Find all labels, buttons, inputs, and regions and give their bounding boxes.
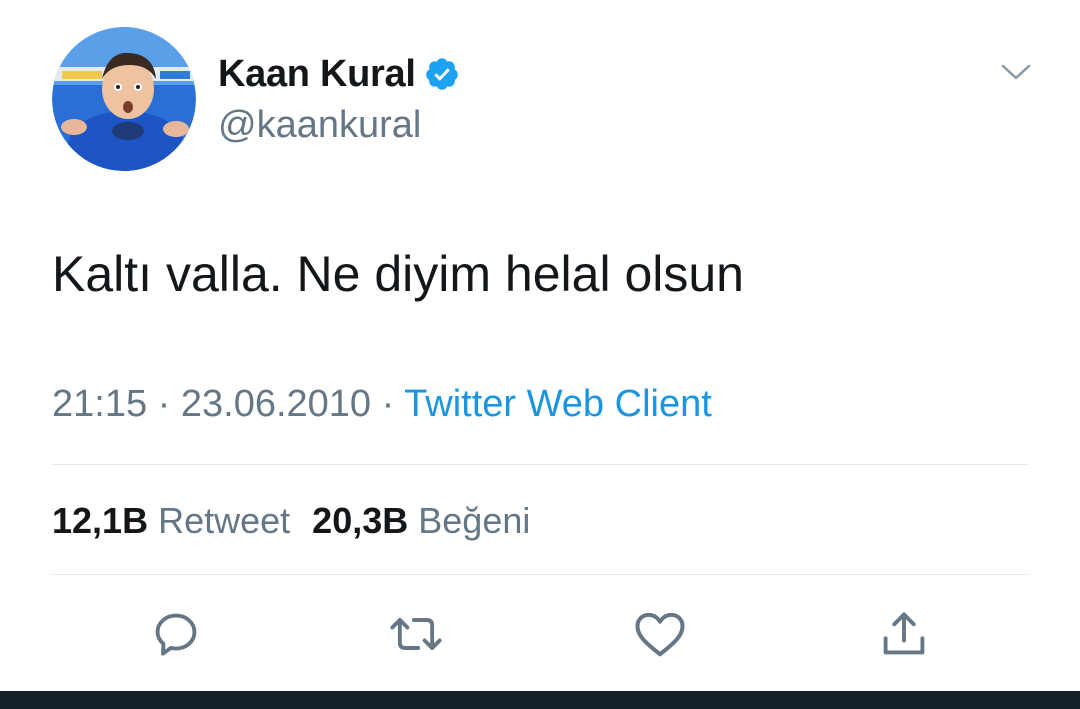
tweet-source-link[interactable]: Twitter Web Client: [404, 383, 712, 425]
retweets-label: Retweet: [158, 500, 291, 541]
share-icon: [883, 612, 925, 655]
verified-badge-icon: [424, 56, 460, 92]
divider: [52, 574, 1028, 575]
heart-icon: [635, 612, 685, 657]
author-name-row[interactable]: Kaan Kural: [218, 50, 460, 98]
share-button[interactable]: [876, 606, 932, 662]
likes-label: Beğeni: [418, 500, 531, 541]
like-button[interactable]: [632, 606, 688, 662]
retweet-icon: [390, 618, 442, 650]
retweet-button[interactable]: [388, 606, 444, 662]
tweet-detail-page: Kaan Kural @kaankural Kaltı valla. Ne di…: [0, 0, 1080, 709]
meta-separator: ·: [381, 383, 395, 425]
tweet-date[interactable]: 23.06.2010: [181, 383, 371, 425]
retweets-count: 12,1B: [52, 500, 149, 541]
divider: [52, 464, 1028, 465]
bottom-bar: [0, 691, 1080, 709]
tweet-meta: 21:15 · 23.06.2010 · Twitter Web Client: [52, 380, 712, 428]
retweets-stat[interactable]: 12,1B Retweet: [52, 500, 290, 541]
avatar-photo: [52, 27, 196, 171]
reply-button[interactable]: [148, 606, 204, 662]
likes-count: 20,3B: [312, 500, 409, 541]
author-display-name[interactable]: Kaan Kural: [218, 53, 416, 96]
author-handle[interactable]: @kaankural: [218, 104, 421, 147]
chevron-down-icon[interactable]: [1000, 60, 1032, 84]
meta-separator: ·: [157, 383, 171, 425]
tweet-time[interactable]: 21:15: [52, 383, 147, 425]
avatar[interactable]: [52, 27, 196, 171]
tweet-text: Kaltı valla. Ne diyim helal olsun: [52, 246, 744, 302]
likes-stat[interactable]: 20,3B Beğeni: [312, 500, 530, 541]
reply-icon: [155, 613, 197, 656]
tweet-stats: 12,1B Retweet 20,3B Beğeni: [52, 497, 530, 545]
